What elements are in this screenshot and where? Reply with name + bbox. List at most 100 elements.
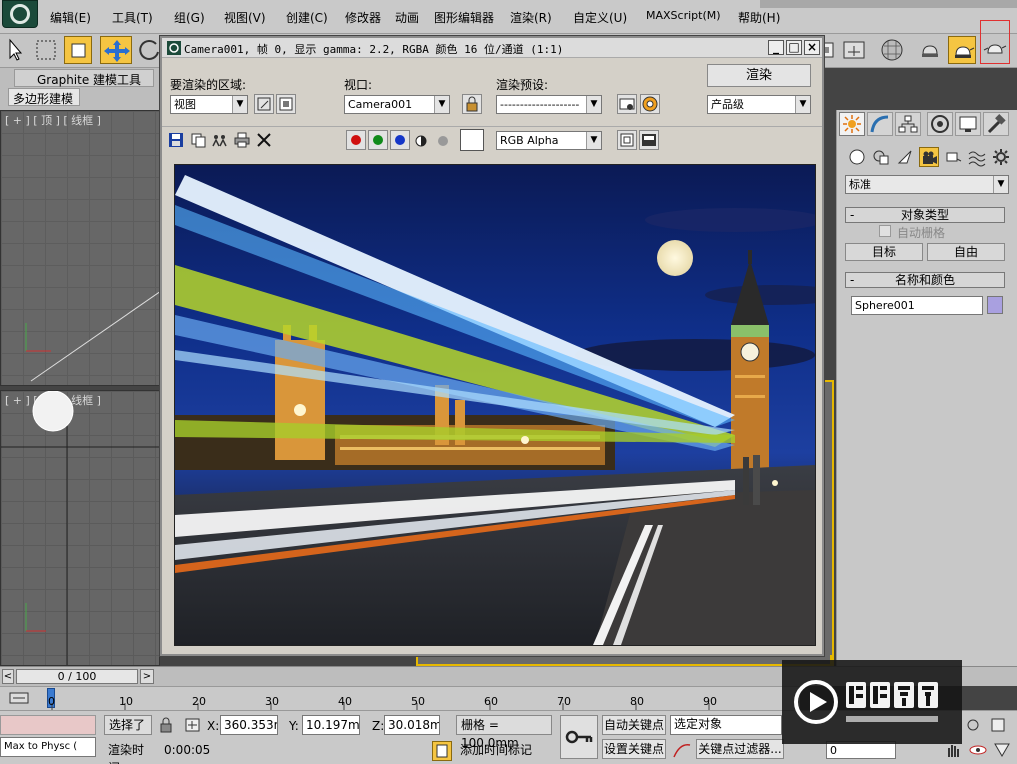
lights-category-button[interactable] — [895, 147, 915, 167]
render-window-titlebar[interactable]: Camera001, 帧 0, 显示 gamma: 2.2, RGBA 颜色 1… — [162, 38, 822, 58]
edit-region-button[interactable] — [254, 94, 274, 114]
render-setup-button[interactable] — [916, 36, 944, 64]
blue-channel-toggle[interactable] — [390, 130, 410, 150]
clear-image-icon[interactable] — [256, 132, 272, 148]
set-key-button[interactable]: 设置关键点 — [602, 739, 666, 759]
close-button[interactable]: × — [804, 40, 820, 55]
area-to-render-dropdown[interactable]: 视图 ▼ — [170, 95, 248, 114]
maxscript-line[interactable]: Max to Physc ( — [0, 737, 96, 757]
render-button[interactable]: 渲染 — [707, 64, 811, 87]
render-quality-dropdown[interactable]: 产品级 ▼ — [707, 95, 811, 114]
rect-selection-button[interactable] — [32, 36, 60, 64]
target-camera-button[interactable]: 目标 — [845, 243, 923, 261]
name-color-rollout[interactable]: - 名称和颜色 — [845, 272, 1005, 288]
spacewarps-category-button[interactable] — [967, 147, 987, 167]
menu-graph-editors[interactable]: 图形编辑器 — [434, 9, 494, 26]
geometry-category-button[interactable] — [847, 147, 867, 167]
shapes-category-button[interactable] — [871, 147, 891, 167]
absolute-mode-button[interactable] — [184, 717, 202, 733]
graphite-modeling-tab[interactable]: Graphite 建模工具 — [14, 69, 154, 87]
minimize-button[interactable]: _ — [768, 40, 784, 55]
menu-modifiers[interactable]: 修改器 — [345, 9, 381, 26]
key-tangent-button[interactable] — [672, 741, 692, 759]
menu-edit[interactable]: 编辑(E) — [50, 9, 91, 26]
menu-views[interactable]: 视图(V) — [224, 9, 266, 26]
auto-key-button[interactable]: 自动关键点 — [602, 715, 666, 735]
render-preset-dropdown[interactable]: -------------------- ▼ — [496, 95, 602, 114]
object-type-rollout[interactable]: - 对象类型 — [845, 207, 1005, 223]
viewport-dropdown[interactable]: Camera001 ▼ — [344, 95, 450, 114]
polygon-modeling-tab[interactable]: 多边形建模 — [8, 88, 80, 106]
y-coordinate-input[interactable]: 10.197mm — [302, 715, 360, 735]
environment-effects-button[interactable] — [640, 94, 660, 114]
key-selection-dropdown[interactable]: 选定对象 — [670, 715, 782, 735]
object-category-dropdown[interactable]: 标准 ▼ — [845, 175, 1009, 194]
hierarchy-tab[interactable] — [895, 112, 921, 136]
save-image-icon[interactable] — [168, 132, 184, 148]
maximize-button[interactable]: □ — [786, 40, 802, 55]
free-camera-button[interactable]: 自由 — [927, 243, 1005, 261]
viewport-front[interactable]: [ + ] [ 前 ] [ 线框 ] — [0, 390, 160, 666]
curve-editor-button[interactable] — [840, 36, 868, 64]
window-crossing-button[interactable] — [64, 36, 92, 64]
background-color-swatch[interactable] — [460, 129, 484, 151]
time-prev-button[interactable]: < — [2, 669, 14, 684]
utilities-tab[interactable] — [983, 112, 1009, 136]
lock-viewport-button[interactable] — [462, 94, 482, 114]
selection-lock-button[interactable] — [158, 717, 174, 733]
create-tab[interactable] — [839, 112, 865, 136]
menu-create[interactable]: 创建(C) — [286, 9, 328, 26]
menu-rendering[interactable]: 渲染(R) — [510, 9, 552, 26]
menu-group[interactable]: 组(G) — [174, 9, 205, 26]
maximize-viewport-button[interactable] — [990, 717, 1006, 733]
alpha-channel-icon[interactable] — [414, 134, 428, 148]
menu-customize[interactable]: 自定义(U) — [573, 9, 627, 26]
toggle-ui-overlays-button[interactable] — [617, 130, 637, 150]
print-icon[interactable] — [234, 132, 250, 148]
cameras-category-button[interactable] — [919, 147, 939, 167]
motion-tab[interactable] — [927, 112, 953, 136]
move-button[interactable] — [100, 36, 132, 64]
object-name-input[interactable]: Sphere001 — [851, 296, 983, 315]
auto-grid-checkbox[interactable] — [879, 225, 891, 237]
object-color-swatch[interactable] — [987, 296, 1003, 314]
display-channel-dropdown[interactable]: RGB Alpha ▼ — [496, 131, 602, 150]
viewport-top[interactable]: [ + ] [ 顶 ] [ 线框 ] — [0, 110, 160, 386]
menu-animation[interactable]: 动画 — [395, 9, 419, 26]
field-of-view-button[interactable] — [992, 741, 1012, 759]
menu-maxscript[interactable]: MAXScript(M) — [646, 9, 721, 22]
menu-help[interactable]: 帮助(H) — [738, 9, 780, 26]
track-bar-toggle[interactable] — [8, 690, 32, 707]
time-next-button[interactable]: > — [140, 669, 154, 684]
auto-region-button[interactable] — [276, 94, 296, 114]
key-filters-button[interactable]: 关键点过滤器... — [696, 739, 784, 759]
orbit-button[interactable] — [965, 717, 981, 733]
rendered-image[interactable] — [174, 164, 845, 646]
render-setup-button[interactable] — [617, 94, 637, 114]
toggle-ui-button[interactable] — [639, 130, 659, 150]
rendered-frame-window-button[interactable] — [948, 36, 976, 64]
systems-category-button[interactable] — [991, 147, 1011, 167]
z-coordinate-input[interactable]: 30.018mm — [384, 715, 440, 735]
menu-tools[interactable]: 工具(T) — [112, 9, 153, 26]
copy-image-icon[interactable] — [190, 132, 206, 148]
viewport-perspective-bottom[interactable] — [416, 655, 832, 666]
time-tag-button[interactable] — [432, 741, 452, 761]
green-channel-toggle[interactable] — [368, 130, 388, 150]
app-logo-button[interactable] — [2, 0, 38, 28]
red-channel-toggle[interactable] — [346, 130, 366, 150]
add-time-tag[interactable]: 添加时间标记 — [456, 741, 552, 761]
clone-window-icon[interactable] — [212, 132, 228, 148]
helpers-category-button[interactable] — [943, 147, 963, 167]
material-editor-button[interactable] — [878, 36, 906, 64]
maxscript-listener-mini[interactable] — [0, 715, 96, 735]
display-tab[interactable] — [955, 112, 981, 136]
set-key-mode-button[interactable] — [560, 715, 598, 759]
time-slider-thumb[interactable]: 0 / 100 — [16, 669, 138, 684]
render-production-button[interactable] — [980, 20, 1010, 64]
track-bar[interactable]: 0 10 20 30 40 50 60 70 80 90 — [0, 686, 800, 711]
walkthrough-button[interactable] — [968, 741, 988, 759]
select-object-button[interactable] — [2, 36, 30, 64]
monochrome-icon[interactable] — [436, 134, 450, 148]
modify-tab[interactable] — [867, 112, 893, 136]
